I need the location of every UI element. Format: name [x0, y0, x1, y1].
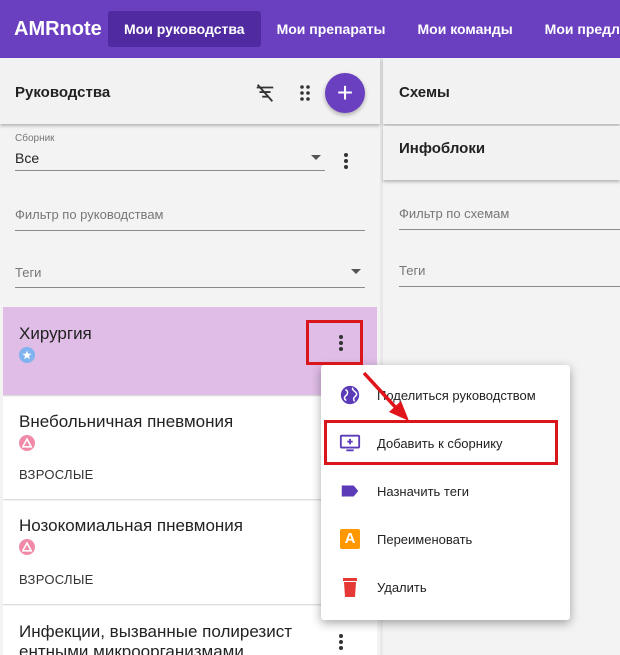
collection-label: Сборник: [15, 133, 55, 144]
collection-underline: [15, 170, 325, 171]
menu-item-delete[interactable]: Удалить: [321, 563, 570, 611]
label-icon: [338, 479, 362, 503]
nav-tab-my-drugs[interactable]: Мои препараты: [261, 11, 402, 47]
nav-tab-my-proposals[interactable]: Мои предложения: [529, 11, 620, 47]
schemes-filter-input[interactable]: Фильтр по схемам: [399, 206, 509, 221]
menu-item-rename[interactable]: A Переименовать: [321, 515, 570, 563]
guide-title-line-1: Инфекции, вызванные полирезист: [19, 622, 292, 641]
rename-icon: A: [338, 527, 362, 551]
guide-tag: ВЗРОСЛЫЕ: [19, 467, 94, 482]
guides-filter-underline: [15, 230, 365, 231]
app-brand[interactable]: AMRnote: [0, 18, 108, 41]
tags-select[interactable]: Теги: [15, 265, 41, 280]
drag-handle-icon[interactable]: [291, 79, 319, 107]
chevron-down-icon[interactable]: [351, 269, 361, 274]
highlight-more-button: [306, 320, 363, 365]
guide-title-line-2: ентными микроорганизмами: [19, 642, 244, 655]
triangle-icon: [19, 435, 35, 451]
menu-item-share[interactable]: Поделиться руководством: [321, 371, 570, 419]
infoblocks-header: Инфоблоки: [383, 126, 620, 180]
top-app-bar: AMRnote Мои руководства Мои препараты Мо…: [0, 0, 620, 58]
add-guide-button[interactable]: +: [325, 73, 365, 113]
collection-select[interactable]: Все: [15, 150, 39, 166]
tags-underline: [15, 287, 365, 288]
menu-item-assign-tags[interactable]: Назначить теги: [321, 467, 570, 515]
schemes-tags-select[interactable]: Теги: [399, 263, 425, 278]
guide-more-icon[interactable]: [327, 628, 355, 655]
guide-tag: ВЗРОСЛЫЕ: [19, 572, 94, 587]
clear-filter-icon[interactable]: [251, 79, 279, 107]
guide-title: Инфекции, вызванные полирезист ентными м…: [19, 622, 292, 655]
menu-item-label: Поделиться руководством: [377, 387, 536, 403]
guide-title: Нозокомиальная пневмония: [19, 516, 243, 535]
menu-item-label: Переименовать: [377, 531, 473, 547]
guides-filter-input[interactable]: Фильтр по руководствам: [15, 207, 163, 222]
menu-item-label: Назначить теги: [377, 483, 469, 499]
schemes-panel-header: Схемы: [383, 58, 620, 124]
schemes-panel-title: Схемы: [399, 84, 450, 101]
star-icon: [19, 347, 35, 363]
guide-title: Хирургия: [19, 324, 92, 343]
rename-glyph: A: [340, 529, 360, 549]
chevron-down-icon[interactable]: [311, 155, 321, 160]
schemes-tags-underline: [399, 286, 620, 287]
guides-panel-title: Руководства: [15, 84, 111, 101]
guides-panel-header: Руководства +: [0, 58, 380, 124]
triangle-icon: [19, 539, 35, 555]
trash-icon: [338, 575, 362, 599]
nav-tab-my-teams[interactable]: Мои команды: [402, 11, 529, 47]
guide-context-menu: Поделиться руководством Добавить к сборн…: [321, 365, 570, 620]
menu-item-label: Удалить: [377, 579, 427, 595]
schemes-filter-underline: [399, 229, 620, 230]
globe-icon: [338, 383, 362, 407]
guide-title: Внебольничная пневмония: [19, 412, 234, 431]
highlight-add-to-collection: [324, 420, 558, 465]
infoblocks-title: Инфоблоки: [399, 140, 486, 157]
collection-more-icon[interactable]: [332, 147, 360, 175]
nav-tab-my-guides[interactable]: Мои руководства: [108, 11, 261, 47]
